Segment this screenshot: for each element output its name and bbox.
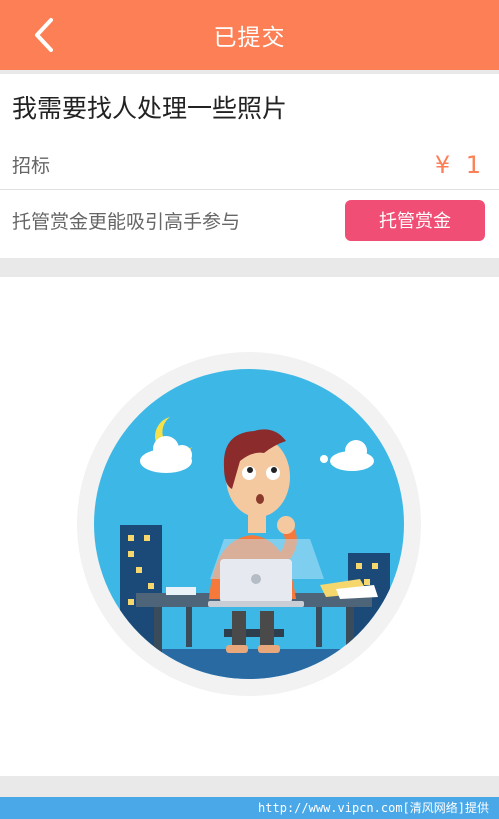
task-price: ¥ 1 [434, 150, 485, 179]
watermark-bar: http://www.vipcn.com[清风网络]提供 [0, 797, 499, 819]
working-at-night-illustration [77, 352, 421, 696]
escrow-button[interactable]: 托管赏金 [345, 199, 485, 241]
task-card: 我需要找人处理一些照片 招标 ¥ 1 托管赏金更能吸引高手参与 托管赏金 [0, 74, 499, 258]
apple-icon [251, 574, 261, 584]
escrow-hint: 托管赏金更能吸引高手参与 [12, 210, 241, 233]
task-title: 我需要找人处理一些照片 [12, 94, 288, 123]
illustration-panel [0, 277, 499, 776]
watermark-text: http://www.vipcn.com[清风网络]提供 [258, 801, 489, 815]
task-type-row: 招标 ¥ 1 [0, 140, 499, 190]
page-title: 已提交 [213, 25, 286, 51]
chevron-left-icon [35, 18, 53, 52]
top-bar: 已提交 [0, 0, 499, 70]
back-button[interactable] [28, 17, 60, 53]
task-type-label: 招标 [12, 155, 51, 177]
escrow-row: 托管赏金更能吸引高手参与 托管赏金 [0, 195, 499, 245]
